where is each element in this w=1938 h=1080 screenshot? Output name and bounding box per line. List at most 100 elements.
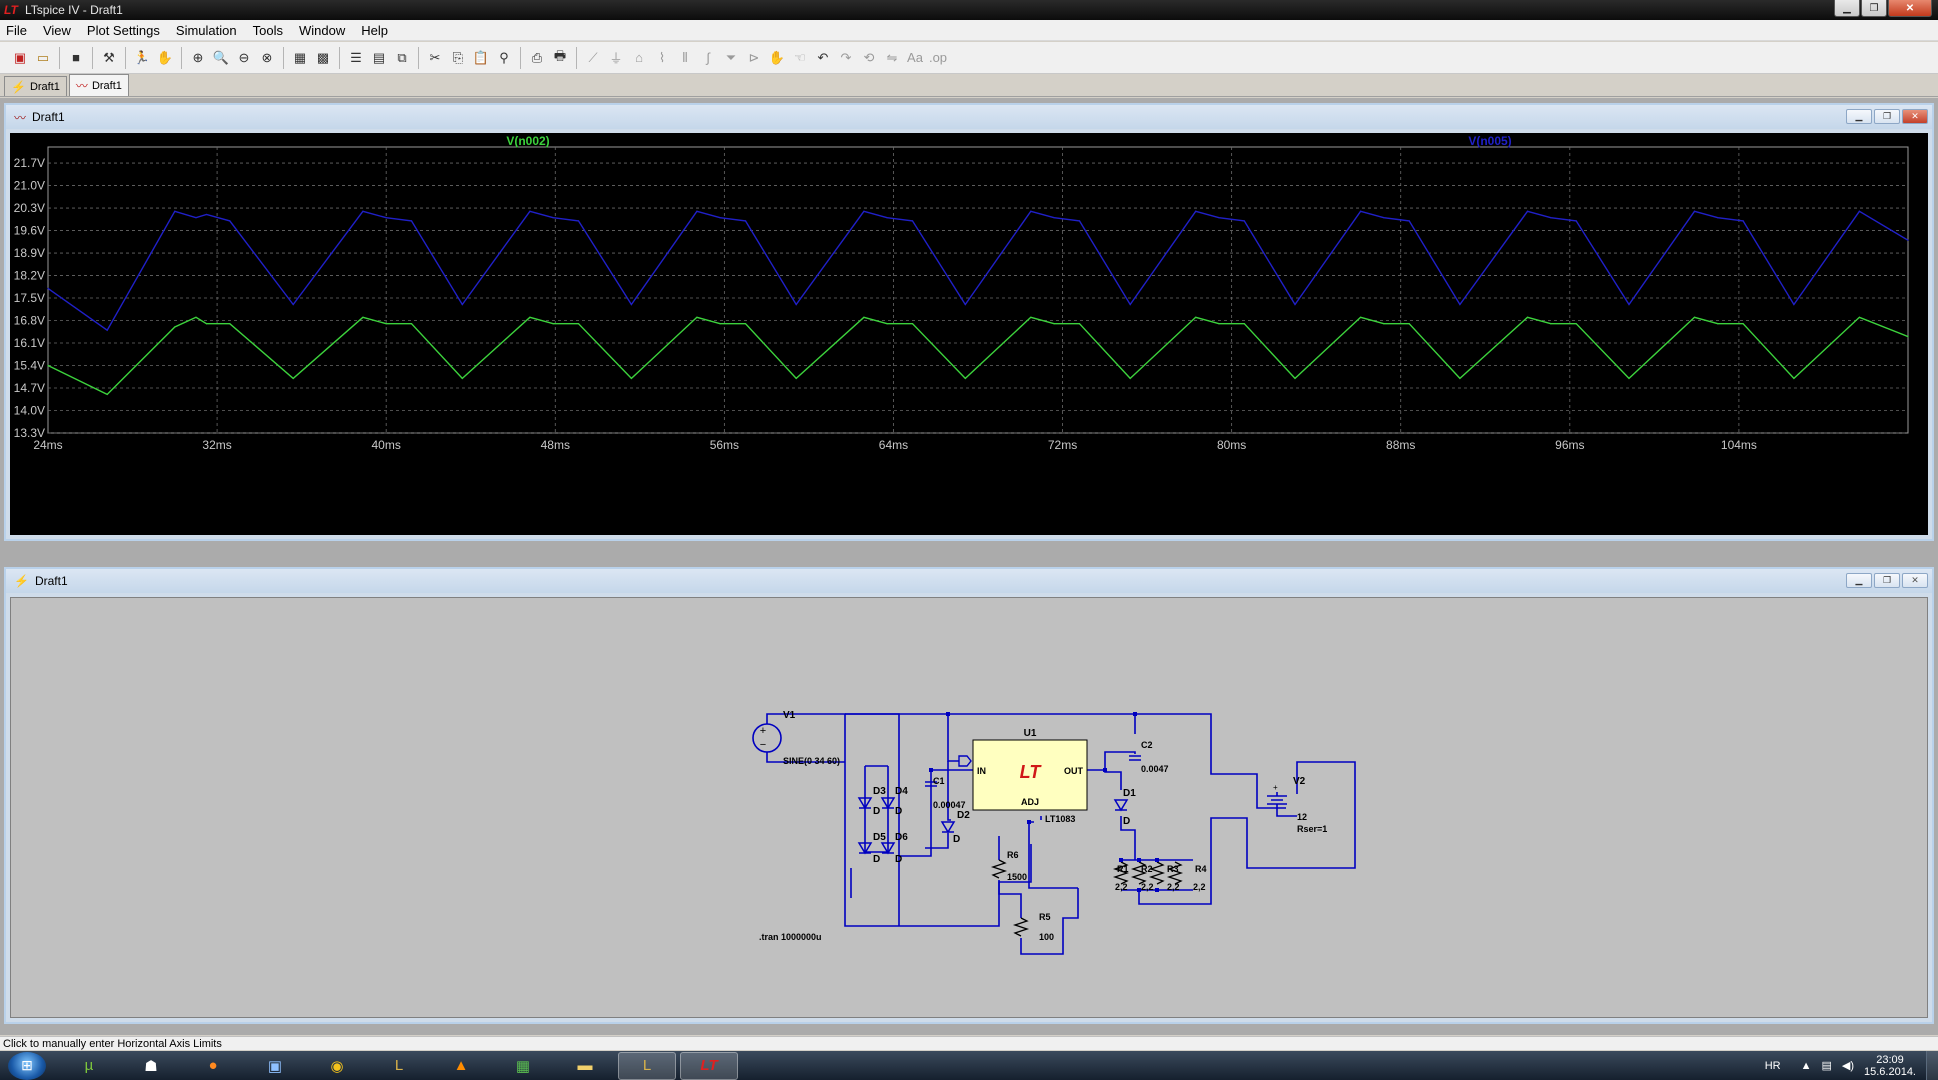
mask-app-icon[interactable]: ☗ — [122, 1052, 180, 1080]
run-icon[interactable]: 🏃 — [132, 48, 152, 68]
close-button[interactable]: ✕ — [1888, 0, 1932, 17]
firefox-icon[interactable]: ● — [184, 1052, 242, 1080]
clock-time: 23:09 — [1876, 1053, 1904, 1066]
data-point — [461, 303, 463, 306]
x-tick-label: 24ms — [33, 438, 62, 452]
menu-simulation[interactable]: Simulation — [176, 23, 237, 38]
redo-icon[interactable]: ↷ — [836, 48, 856, 68]
ltspice-icon[interactable]: LT — [680, 1051, 738, 1080]
zoom-area-icon[interactable]: 🔍 — [211, 48, 231, 68]
menu-tools[interactable]: Tools — [253, 23, 283, 38]
find-icon[interactable]: ⚲ — [494, 48, 514, 68]
c2-capacitor[interactable] — [1129, 755, 1141, 761]
language-indicator[interactable]: HR — [1765, 1060, 1781, 1072]
r6-resistor[interactable] — [990, 859, 1008, 879]
capacitor-icon[interactable]: ⫴ — [675, 48, 695, 68]
schematic-drawing[interactable]: + − V1 SINE(0 34 60) D3 D4 D D D5 D6 D D… — [11, 598, 1929, 1019]
vlc-icon[interactable]: ▲ — [432, 1052, 490, 1080]
plot-pane[interactable]: 21.7V 21.0V 20.3V 19.6V 18.9V 18.2V 17.5V 16.8V… — [10, 133, 1928, 535]
schematic-canvas[interactable]: + − V1 SINE(0 34 60) D3 D4 D D D5 D6 D D… — [10, 597, 1928, 1018]
v1-source[interactable] — [752, 723, 782, 753]
tab-schematic[interactable]: ⚡ Draft1 — [4, 76, 67, 96]
pan-icon[interactable]: ✋ — [155, 48, 175, 68]
component-icon[interactable]: ⊳ — [744, 48, 764, 68]
label-net-icon[interactable]: ⌂ — [629, 48, 649, 68]
tile-horizontal-icon[interactable]: ☰ — [346, 48, 366, 68]
undo-icon[interactable]: ↶ — [813, 48, 833, 68]
v1-value: SINE(0 34 60) — [783, 756, 840, 766]
show-hidden-icons-icon[interactable]: ▲ — [1801, 1060, 1812, 1072]
close-button[interactable]: ✕ — [1902, 573, 1928, 588]
v2-battery[interactable] — [1267, 792, 1287, 805]
draw-wire-icon[interactable]: ⟋ — [583, 48, 603, 68]
paste-icon[interactable]: 📋 — [471, 48, 491, 68]
print-setup-icon[interactable]: ⎙ — [527, 48, 547, 68]
x-tick-label: 32ms — [202, 438, 231, 452]
open-icon[interactable]: ▭ — [33, 48, 53, 68]
mirror-icon[interactable]: ⇋ — [882, 48, 902, 68]
zoom-in-icon[interactable]: ⊕ — [188, 48, 208, 68]
league-of-legends-icon[interactable]: L — [370, 1052, 428, 1080]
restore-button[interactable]: ❐ — [1874, 573, 1900, 588]
rotate-icon[interactable]: ⟲ — [859, 48, 879, 68]
data-point — [795, 303, 797, 306]
drag-icon[interactable]: ☜ — [790, 48, 810, 68]
show-desktop-button[interactable] — [1926, 1051, 1938, 1080]
volume-icon[interactable]: ◀) — [1842, 1059, 1854, 1072]
spice-directive[interactable]: .tran 1000000u — [759, 932, 822, 942]
utorrent-icon[interactable]: µ — [60, 1052, 118, 1080]
maximize-button[interactable]: ❐ — [1861, 0, 1887, 17]
x-tick-label: 56ms — [710, 438, 739, 452]
r5-resistor[interactable] — [1012, 917, 1030, 937]
tab-waveform[interactable]: 〰 Draft1 — [68, 74, 129, 96]
r5-value: 100 — [1039, 932, 1054, 942]
v2-label: V2 — [1293, 776, 1306, 787]
waveform-plot[interactable]: 21.7V 21.0V 20.3V 19.6V 18.9V 18.2V 17.5V 16.8V… — [10, 133, 1928, 535]
minimize-button[interactable]: ▁ — [1846, 109, 1872, 124]
ground-icon[interactable]: ⏚ — [606, 48, 626, 68]
resistor-icon[interactable]: ⌇ — [652, 48, 672, 68]
gpu-tool-icon[interactable]: ▦ — [494, 1052, 552, 1080]
mark-data-icon[interactable]: ▩ — [313, 48, 333, 68]
data-point — [911, 220, 914, 222]
cascade-icon[interactable]: ⧉ — [392, 48, 412, 68]
clock[interactable]: 23:09 15.6.2014. — [1864, 1054, 1916, 1078]
league-of-legends-2-icon[interactable]: L — [618, 1051, 676, 1080]
minimize-button[interactable]: ▁ — [1834, 0, 1860, 17]
tile-vertical-icon[interactable]: ▤ — [369, 48, 389, 68]
schematic-window: ⚡ Draft1 ▁ ❐ ✕ + − V1 SINE(0 34 60) D3 D… — [4, 567, 1934, 1024]
inductor-icon[interactable]: ∫ — [698, 48, 718, 68]
autorange-icon[interactable]: ▦ — [290, 48, 310, 68]
chrome-icon[interactable]: ◉ — [308, 1052, 366, 1080]
menu-file[interactable]: File — [6, 23, 27, 38]
schematic-window-titlebar: ⚡ Draft1 — [6, 569, 1932, 593]
r6-label: R6 — [1007, 850, 1019, 860]
network-icon[interactable]: ▤ — [1821, 1059, 1831, 1072]
menu-view[interactable]: View — [43, 23, 71, 38]
move-icon[interactable]: ✋ — [767, 48, 787, 68]
start-button[interactable]: ⊞ — [8, 1051, 46, 1080]
text-icon[interactable]: Aa — [905, 48, 925, 68]
data-point — [1053, 217, 1055, 219]
cut-icon[interactable]: ✂ — [425, 48, 445, 68]
y-tick-label: 14.7V — [14, 381, 45, 395]
computer-icon[interactable]: ▣ — [246, 1052, 304, 1080]
explorer-icon[interactable]: ▬ — [556, 1052, 614, 1080]
copy-icon[interactable]: ⎘ — [448, 48, 468, 68]
control-panel-icon[interactable]: ⚒ — [99, 48, 119, 68]
close-button[interactable]: ✕ — [1902, 109, 1928, 124]
new-schematic-icon[interactable]: ▣ — [10, 48, 30, 68]
zoom-out-icon[interactable]: ⊖ — [234, 48, 254, 68]
print-icon[interactable]: 🖶 — [550, 48, 570, 68]
d3-label: D3 — [873, 786, 886, 797]
restore-button[interactable]: ❐ — [1874, 109, 1900, 124]
save-icon[interactable]: ■ — [66, 48, 86, 68]
data-point — [195, 316, 197, 318]
spice-directive-icon[interactable]: .op — [928, 48, 948, 68]
zoom-fit-icon[interactable]: ⊗ — [257, 48, 277, 68]
diode-icon[interactable]: ⏷ — [721, 48, 741, 68]
menu-window[interactable]: Window — [299, 23, 345, 38]
menu-plot-settings[interactable]: Plot Settings — [87, 23, 160, 38]
menu-help[interactable]: Help — [361, 23, 388, 38]
minimize-button[interactable]: ▁ — [1846, 573, 1872, 588]
